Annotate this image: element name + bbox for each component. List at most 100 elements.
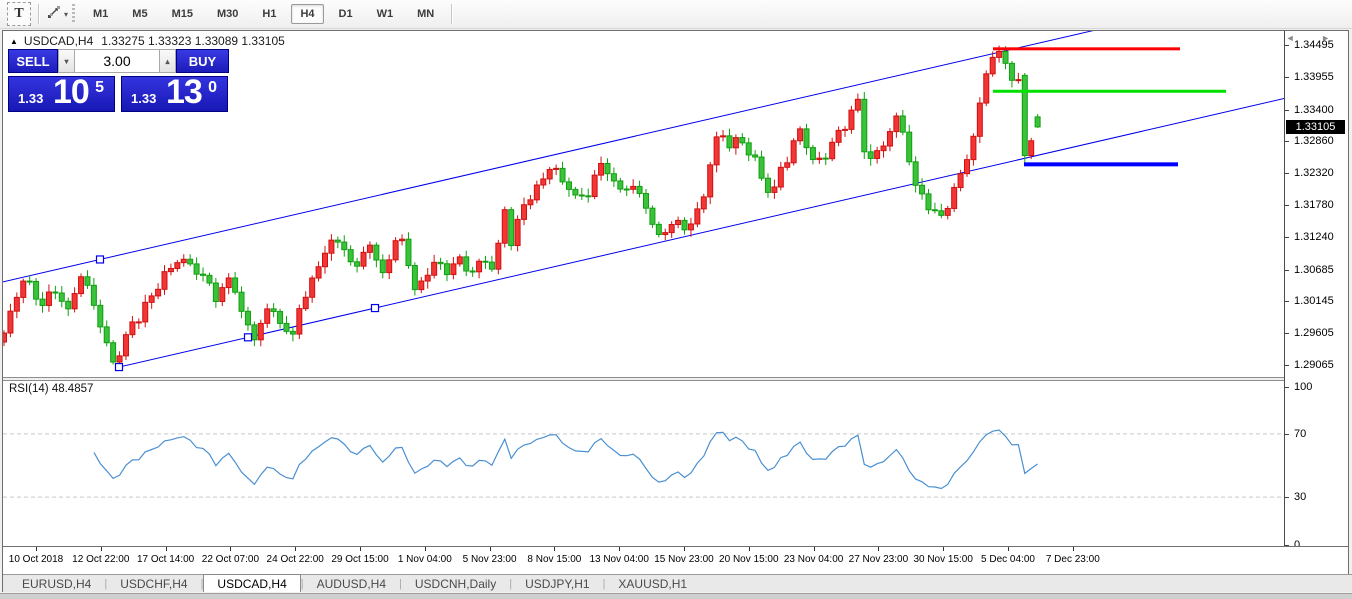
channel-handle[interactable] <box>372 305 379 312</box>
time-axis-tick <box>878 547 879 551</box>
tab-scroll-right-icon[interactable]: ► <box>1321 33 1342 43</box>
volume-decrease-button[interactable]: ▾ <box>58 49 75 73</box>
price-axis-tick <box>1285 77 1289 78</box>
text-label-tool-button[interactable]: T <box>7 2 31 26</box>
price-axis-label: 1.32860 <box>1294 135 1334 147</box>
timeframe-mn[interactable]: MN <box>408 4 443 24</box>
time-axis-tick <box>230 547 231 551</box>
price-axis-tick <box>1285 141 1289 142</box>
time-axis-label: 23 Nov 04:00 <box>784 554 844 565</box>
ask-price-pips: 13 <box>166 73 202 112</box>
time-axis-tick <box>1008 547 1009 551</box>
time-axis-label: 13 Nov 04:00 <box>589 554 649 565</box>
rsi-indicator-label: RSI(14) 48.4857 <box>9 383 93 395</box>
time-axis-tick <box>684 547 685 551</box>
buy-button[interactable]: BUY <box>176 49 229 73</box>
time-axis-label: 20 Nov 15:00 <box>719 554 779 565</box>
timeframe-m15[interactable]: M15 <box>163 4 202 24</box>
tab-scroll-left-icon[interactable]: ◄ <box>1286 33 1307 43</box>
time-axis-label: 7 Dec 23:00 <box>1046 554 1100 565</box>
price-axis-label: 1.31780 <box>1294 199 1334 211</box>
time-axis-tick <box>943 547 944 551</box>
tab-usdchf-h4[interactable]: USDCHF,H4 <box>107 575 200 592</box>
channel-handle[interactable] <box>245 334 252 341</box>
timeframe-m5[interactable]: M5 <box>123 4 156 24</box>
rsi-axis-tick <box>1285 387 1289 388</box>
toolbar-grip[interactable] <box>72 4 75 24</box>
bid-price-prefix: 1.33 <box>18 91 43 106</box>
tab-xauusd-h1[interactable]: XAUUSD,H1 <box>605 575 700 592</box>
price-axis-label: 1.33400 <box>1294 104 1334 116</box>
current-price-tag: 1.33105 <box>1286 120 1345 134</box>
chart-ohlc-values: 1.33275 1.33323 1.33089 1.33105 <box>101 34 285 48</box>
price-axis-tick <box>1285 333 1289 334</box>
price-axis-tick <box>1285 270 1289 271</box>
timeframe-w1[interactable]: W1 <box>368 4 403 24</box>
timeframe-h1[interactable]: H1 <box>253 4 285 24</box>
timeframe-d1[interactable]: D1 <box>330 4 362 24</box>
time-axis-tick <box>814 547 815 551</box>
horizontal-level-resistance[interactable] <box>993 47 1180 50</box>
tab-scroll-arrows: ◄ ► <box>1286 33 1342 43</box>
chart-header: ▲ USDCAD,H4 1.33275 1.33323 1.33089 1.33… <box>10 34 285 48</box>
rsi-indicator-canvas[interactable] <box>3 380 1284 546</box>
price-axis[interactable]: 1.344951.339551.334001.328601.323201.317… <box>1284 31 1348 546</box>
rsi-axis-label: 30 <box>1294 491 1306 503</box>
time-axis-tick <box>490 547 491 551</box>
time-axis-tick <box>360 547 361 551</box>
volume-input[interactable]: 3.00 <box>75 49 159 73</box>
timeframe-m1[interactable]: M1 <box>84 4 117 24</box>
sell-button[interactable]: SELL <box>8 49 58 73</box>
tab-usdcnh-daily[interactable]: USDCNH,Daily <box>402 575 509 592</box>
channel-handle[interactable] <box>116 364 123 371</box>
channel-handle[interactable] <box>97 256 104 263</box>
horizontal-level-support[interactable] <box>1024 162 1178 166</box>
arrows-tool-button[interactable]: ▾ <box>46 3 68 25</box>
price-axis-label: 1.29065 <box>1294 359 1334 371</box>
window-frame-bottom <box>0 593 1352 599</box>
tab-usdjpy-h1[interactable]: USDJPY,H1 <box>512 575 602 592</box>
timeframe-m30[interactable]: M30 <box>208 4 247 24</box>
timeframe-h4[interactable]: H4 <box>291 4 323 24</box>
toolbar-separator <box>38 4 39 24</box>
tab-audusd-h4[interactable]: AUDUSD,H4 <box>304 575 399 592</box>
time-axis-label: 1 Nov 04:00 <box>398 554 452 565</box>
time-axis-tick <box>554 547 555 551</box>
time-axis-label: 30 Nov 15:00 <box>913 554 973 565</box>
time-axis-tick <box>425 547 426 551</box>
time-axis-label: 24 Oct 22:00 <box>267 554 324 565</box>
chart-symbol-period: USDCAD,H4 <box>24 34 93 48</box>
rsi-line <box>94 430 1038 489</box>
rsi-axis-label: 70 <box>1294 428 1306 440</box>
bid-price-pips: 10 <box>53 73 89 112</box>
price-axis-label: 1.32320 <box>1294 167 1334 179</box>
top-toolbar: T ▾ M1 M5 M15 M30 H1 H4 D1 W1MN <box>0 0 1352 29</box>
timeframe-buttons: M1 M5 M15 M30 H1 H4 D1 W1MN <box>81 4 446 24</box>
price-axis-tick <box>1285 110 1289 111</box>
volume-increase-button[interactable]: ▴ <box>159 49 176 73</box>
time-axis-label: 27 Nov 23:00 <box>849 554 909 565</box>
bid-price-panel[interactable]: 1.33 10 5 <box>8 76 115 112</box>
time-axis[interactable]: 10 Oct 201812 Oct 22:0017 Oct 14:0022 Oc… <box>3 547 1348 574</box>
ask-price-point: 0 <box>208 79 217 97</box>
time-axis-label: 8 Nov 15:00 <box>527 554 581 565</box>
price-axis-label: 1.33955 <box>1294 71 1334 83</box>
arrows-tool-icon <box>46 4 62 25</box>
chart-tab-bar: EURUSD,H4|USDCHF,H4|USDCAD,H4|AUDUSD,H4|… <box>3 574 1352 592</box>
time-axis-label: 10 Oct 2018 <box>9 554 63 565</box>
bid-price-point: 5 <box>95 79 104 97</box>
time-axis-tick <box>1073 547 1074 551</box>
ask-price-panel[interactable]: 1.33 13 0 <box>121 76 228 112</box>
toolbar-separator <box>451 4 452 24</box>
price-axis-tick <box>1285 237 1289 238</box>
channel-lower-line[interactable] <box>119 97 1284 367</box>
tab-usdcad-h4[interactable]: USDCAD,H4 <box>203 574 300 592</box>
ask-price-prefix: 1.33 <box>131 91 156 106</box>
ohlc-toggle-icon[interactable]: ▲ <box>10 37 18 46</box>
time-axis-tick <box>749 547 750 551</box>
price-axis-tick <box>1285 365 1289 366</box>
chart-window: ▲ USDCAD,H4 1.33275 1.33323 1.33089 1.33… <box>2 30 1349 592</box>
horizontal-level-mid-level[interactable] <box>993 90 1226 93</box>
time-axis-label: 5 Dec 04:00 <box>981 554 1035 565</box>
tab-eurusd-h4[interactable]: EURUSD,H4 <box>9 575 104 592</box>
